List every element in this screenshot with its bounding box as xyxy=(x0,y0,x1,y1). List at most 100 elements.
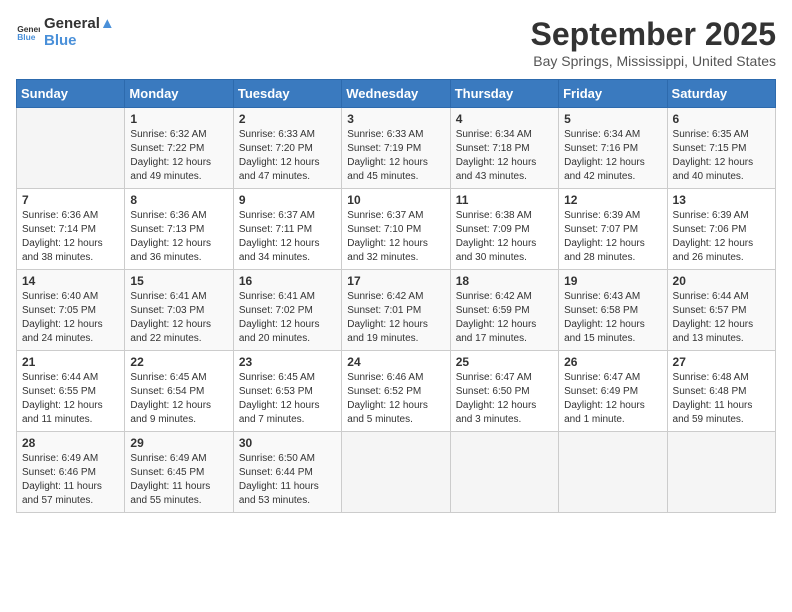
day-number: 2 xyxy=(239,112,336,126)
day-info: Sunrise: 6:45 AM Sunset: 6:53 PM Dayligh… xyxy=(239,371,336,427)
day-number: 8 xyxy=(130,193,227,207)
calendar-cell: 18Sunrise: 6:42 AM Sunset: 6:59 PM Dayli… xyxy=(450,270,558,351)
day-info: Sunrise: 6:36 AM Sunset: 7:13 PM Dayligh… xyxy=(130,209,227,265)
calendar-cell: 12 Sunrise: 6:39 AM Sunset: 7:07 PM Dayli… xyxy=(559,189,667,270)
day-number: 19 xyxy=(564,274,661,288)
day-number: 22 xyxy=(130,355,227,369)
day-info: Sunrise: 6:44 AM Sunset: 6:57 PM Dayligh… xyxy=(673,290,770,346)
day-info: Sunrise: 6:47 AM Sunset: 6:49 PM Dayligh… xyxy=(564,371,661,427)
day-number: 6 xyxy=(673,112,770,126)
day-info: Sunrise: 6:35 AM Sunset: 7:15 PM Dayligh… xyxy=(673,128,770,184)
logo-blue-text: Blue xyxy=(44,33,115,50)
day-number: 1 xyxy=(130,112,227,126)
logo-icon: General Blue xyxy=(16,21,40,45)
calendar-cell: 28 Sunrise: 6:49 AM Sunset: 6:46 PM Dayli… xyxy=(17,432,125,513)
day-info: Sunrise: 6:33 AM Sunset: 7:19 PM Dayligh… xyxy=(347,128,444,184)
day-info: Sunrise: 6:38 AM Sunset: 7:09 PM Dayligh… xyxy=(456,209,553,265)
day-info: Sunrise: 6:39 AM Sunset: 7:07 PM Dayligh… xyxy=(564,209,661,265)
day-number: 27 xyxy=(673,355,770,369)
calendar-cell: 6 Sunrise: 6:35 AM Sunset: 7:15 PM Daylig… xyxy=(667,108,775,189)
day-info: Sunrise: 6:40 AM Sunset: 7:05 PM Dayligh… xyxy=(22,290,119,346)
calendar-week-row: 7 Sunrise: 6:36 AM Sunset: 7:14 PM Daylig… xyxy=(17,189,776,270)
day-info: Sunrise: 6:37 AM Sunset: 7:11 PM Dayligh… xyxy=(239,209,336,265)
day-info: Sunrise: 6:36 AM Sunset: 7:14 PM Dayligh… xyxy=(22,209,119,265)
day-number: 5 xyxy=(564,112,661,126)
calendar-cell: 15Sunrise: 6:41 AM Sunset: 7:03 PM Dayli… xyxy=(125,270,233,351)
calendar-cell: 19 Sunrise: 6:43 AM Sunset: 6:58 PM Dayli… xyxy=(559,270,667,351)
day-number: 14 xyxy=(22,274,119,288)
day-number: 25 xyxy=(456,355,553,369)
calendar-header-row: SundayMondayTuesdayWednesdayThursdayFrid… xyxy=(17,80,776,108)
day-number: 29 xyxy=(130,436,227,450)
weekday-header: Wednesday xyxy=(342,80,450,108)
day-number: 3 xyxy=(347,112,444,126)
weekday-header: Tuesday xyxy=(233,80,341,108)
day-info: Sunrise: 6:43 AM Sunset: 6:58 PM Dayligh… xyxy=(564,290,661,346)
calendar-cell: 20Sunrise: 6:44 AM Sunset: 6:57 PM Dayli… xyxy=(667,270,775,351)
calendar-cell: 21 Sunrise: 6:44 AM Sunset: 6:55 PM Dayli… xyxy=(17,351,125,432)
weekday-header: Saturday xyxy=(667,80,775,108)
day-info: Sunrise: 6:33 AM Sunset: 7:20 PM Dayligh… xyxy=(239,128,336,184)
day-number: 4 xyxy=(456,112,553,126)
day-number: 10 xyxy=(347,193,444,207)
weekday-header: Monday xyxy=(125,80,233,108)
calendar-cell xyxy=(17,108,125,189)
calendar-cell: 25 Sunrise: 6:47 AM Sunset: 6:50 PM Dayli… xyxy=(450,351,558,432)
calendar-cell xyxy=(450,432,558,513)
day-number: 7 xyxy=(22,193,119,207)
calendar-cell: 9Sunrise: 6:37 AM Sunset: 7:11 PM Daylig… xyxy=(233,189,341,270)
calendar-cell: 27 Sunrise: 6:48 AM Sunset: 6:48 PM Dayli… xyxy=(667,351,775,432)
day-number: 18 xyxy=(456,274,553,288)
calendar-cell: 4 Sunrise: 6:34 AM Sunset: 7:18 PM Daylig… xyxy=(450,108,558,189)
calendar-cell: 24 Sunrise: 6:46 AM Sunset: 6:52 PM Dayli… xyxy=(342,351,450,432)
calendar-cell: 14 Sunrise: 6:40 AM Sunset: 7:05 PM Dayli… xyxy=(17,270,125,351)
day-info: Sunrise: 6:39 AM Sunset: 7:06 PM Dayligh… xyxy=(673,209,770,265)
calendar-cell xyxy=(342,432,450,513)
day-number: 26 xyxy=(564,355,661,369)
calendar-cell: 11 Sunrise: 6:38 AM Sunset: 7:09 PM Dayli… xyxy=(450,189,558,270)
day-info: Sunrise: 6:49 AM Sunset: 6:46 PM Dayligh… xyxy=(22,452,119,508)
calendar-cell: 26 Sunrise: 6:47 AM Sunset: 6:49 PM Dayli… xyxy=(559,351,667,432)
calendar-week-row: 21 Sunrise: 6:44 AM Sunset: 6:55 PM Dayli… xyxy=(17,351,776,432)
calendar-cell: 3 Sunrise: 6:33 AM Sunset: 7:19 PM Daylig… xyxy=(342,108,450,189)
day-info: Sunrise: 6:44 AM Sunset: 6:55 PM Dayligh… xyxy=(22,371,119,427)
logo-general-text: General▲ xyxy=(44,16,115,33)
calendar-cell: 1Sunrise: 6:32 AM Sunset: 7:22 PM Daylig… xyxy=(125,108,233,189)
calendar-week-row: 28 Sunrise: 6:49 AM Sunset: 6:46 PM Dayli… xyxy=(17,432,776,513)
calendar-cell: 22 Sunrise: 6:45 AM Sunset: 6:54 PM Dayli… xyxy=(125,351,233,432)
day-number: 24 xyxy=(347,355,444,369)
day-number: 11 xyxy=(456,193,553,207)
day-number: 13 xyxy=(673,193,770,207)
day-info: Sunrise: 6:48 AM Sunset: 6:48 PM Dayligh… xyxy=(673,371,770,427)
calendar-cell: 16Sunrise: 6:41 AM Sunset: 7:02 PM Dayli… xyxy=(233,270,341,351)
calendar-week-row: 1Sunrise: 6:32 AM Sunset: 7:22 PM Daylig… xyxy=(17,108,776,189)
day-info: Sunrise: 6:45 AM Sunset: 6:54 PM Dayligh… xyxy=(130,371,227,427)
page-header: General Blue General▲ Blue September 202… xyxy=(16,16,776,69)
day-info: Sunrise: 6:46 AM Sunset: 6:52 PM Dayligh… xyxy=(347,371,444,427)
calendar-cell xyxy=(559,432,667,513)
calendar-cell: 2 Sunrise: 6:33 AM Sunset: 7:20 PM Daylig… xyxy=(233,108,341,189)
day-number: 28 xyxy=(22,436,119,450)
calendar-table: SundayMondayTuesdayWednesdayThursdayFrid… xyxy=(16,79,776,513)
calendar-cell: 7 Sunrise: 6:36 AM Sunset: 7:14 PM Daylig… xyxy=(17,189,125,270)
day-number: 17 xyxy=(347,274,444,288)
calendar-cell: 5Sunrise: 6:34 AM Sunset: 7:16 PM Daylig… xyxy=(559,108,667,189)
day-number: 16 xyxy=(239,274,336,288)
day-number: 23 xyxy=(239,355,336,369)
calendar-cell: 10 Sunrise: 6:37 AM Sunset: 7:10 PM Dayli… xyxy=(342,189,450,270)
day-info: Sunrise: 6:47 AM Sunset: 6:50 PM Dayligh… xyxy=(456,371,553,427)
weekday-header: Thursday xyxy=(450,80,558,108)
calendar-cell xyxy=(667,432,775,513)
calendar-cell: 29Sunrise: 6:49 AM Sunset: 6:45 PM Dayli… xyxy=(125,432,233,513)
location-title: Bay Springs, Mississippi, United States xyxy=(531,53,776,69)
weekday-header: Friday xyxy=(559,80,667,108)
logo: General Blue General▲ Blue xyxy=(16,16,115,49)
day-info: Sunrise: 6:50 AM Sunset: 6:44 PM Dayligh… xyxy=(239,452,336,508)
month-title: September 2025 xyxy=(531,16,776,53)
day-info: Sunrise: 6:42 AM Sunset: 7:01 PM Dayligh… xyxy=(347,290,444,346)
day-info: Sunrise: 6:34 AM Sunset: 7:18 PM Dayligh… xyxy=(456,128,553,184)
day-number: 21 xyxy=(22,355,119,369)
day-info: Sunrise: 6:37 AM Sunset: 7:10 PM Dayligh… xyxy=(347,209,444,265)
day-number: 15 xyxy=(130,274,227,288)
day-number: 12 xyxy=(564,193,661,207)
